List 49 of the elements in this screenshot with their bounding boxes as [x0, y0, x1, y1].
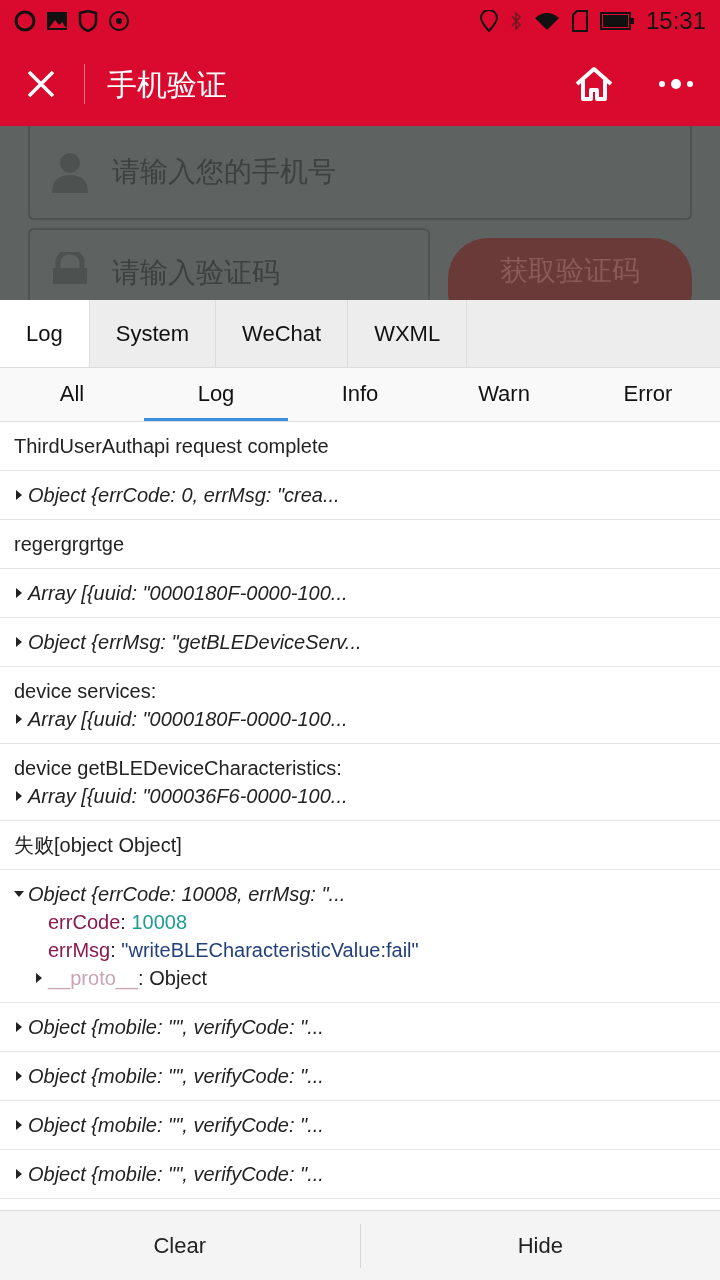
property-line: errCode: 10008 [48, 910, 187, 935]
object-summary[interactable]: Array [{uuid: "0000180F-0000-100... [28, 705, 348, 733]
filter-tab[interactable]: All [0, 368, 144, 421]
object-summary[interactable]: Object {mobile: "", verifyCode: "... [28, 1013, 324, 1041]
object-summary[interactable]: Object {mobile: "", verifyCode: "... [28, 1062, 324, 1090]
circle-icon [108, 10, 130, 32]
close-icon[interactable] [26, 69, 56, 99]
caret-icon[interactable] [14, 714, 24, 724]
filter-tab[interactable]: Error [576, 368, 720, 421]
console-action-button[interactable]: Hide [360, 1211, 720, 1280]
caret-icon[interactable] [14, 791, 24, 801]
console-tab[interactable]: Log [0, 300, 90, 367]
caret-icon[interactable] [14, 1169, 24, 1179]
log-text: 失败[object Object] [14, 834, 182, 856]
caret-icon[interactable] [14, 1120, 24, 1130]
caret-icon[interactable] [14, 588, 24, 598]
log-text: regergrgrtge [14, 533, 125, 555]
caret-icon[interactable] [14, 490, 24, 500]
log-text: ThirdUserAuthapi request complete [14, 435, 329, 457]
wifi-icon [533, 11, 560, 31]
location-icon [479, 10, 498, 32]
log-text: device getBLEDeviceCharacteristics: [14, 756, 343, 781]
shield-icon [78, 10, 98, 32]
caret-icon[interactable] [14, 1022, 24, 1032]
battery-icon [599, 12, 634, 30]
filter-tab[interactable]: Warn [432, 368, 576, 421]
object-summary[interactable]: Array [{uuid: "000036F6-0000-100... [28, 782, 348, 810]
page-title: 手机验证 [107, 66, 228, 103]
status-time: 15:31 [645, 6, 706, 36]
object-summary[interactable]: Object {mobile: "", verifyCode: "... [28, 1160, 324, 1188]
home-icon[interactable] [574, 66, 614, 102]
object-summary[interactable]: Object {mobile: "", verifyCode: "... [28, 1111, 324, 1139]
bluetooth-icon [509, 10, 522, 32]
object-summary[interactable]: Array [{uuid: "0000180F-0000-100... [28, 579, 348, 607]
object-summary[interactable]: Object {errCode: 0, errMsg: "crea... [28, 481, 340, 509]
sim-icon [571, 10, 588, 32]
object-summary[interactable]: Object {errMsg: "getBLEDeviceServ... [28, 628, 362, 656]
more-icon[interactable] [658, 78, 694, 90]
log-text: device services: [14, 679, 158, 704]
image-icon [46, 11, 68, 31]
console-action-button[interactable]: Clear [0, 1211, 360, 1280]
property-line: __proto__: Object [48, 966, 207, 992]
filter-tab[interactable]: Info [288, 368, 432, 421]
property-line: errMsg: "writeBLECharacteristicValue:fail" [48, 938, 419, 963]
caret-icon[interactable] [14, 1071, 24, 1081]
caret-icon[interactable] [14, 889, 24, 899]
caret-icon[interactable] [14, 637, 24, 647]
caret-icon[interactable] [34, 973, 44, 983]
object-summary[interactable]: Object {errCode: 10008, errMsg: "... [28, 880, 346, 908]
